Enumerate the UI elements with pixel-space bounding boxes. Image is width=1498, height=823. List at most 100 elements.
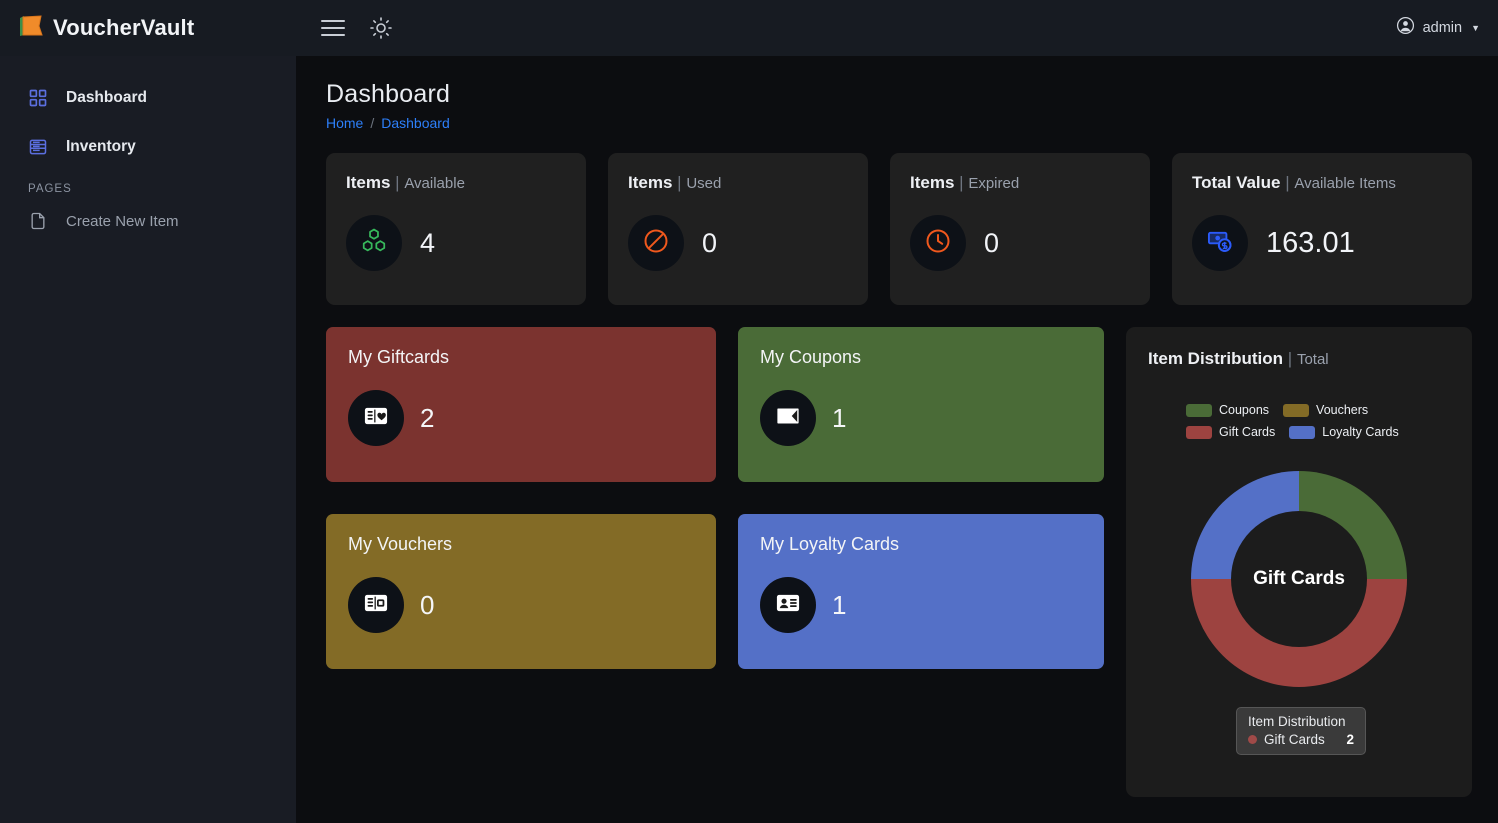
breadcrumb-home[interactable]: Home bbox=[326, 115, 363, 131]
category-card-body: 0 bbox=[348, 577, 694, 633]
sidebar-section-pages: PAGES bbox=[28, 183, 72, 195]
donut-chart-svg[interactable] bbox=[1181, 461, 1417, 697]
sidebar-item-label: Create New Item bbox=[66, 212, 179, 230]
stat-card-title: Items | Expired bbox=[910, 173, 1130, 193]
category-icon-badge bbox=[348, 577, 404, 633]
category-card-title: My Giftcards bbox=[348, 347, 450, 367]
stat-card-items-expired[interactable]: Items | Expired 0 bbox=[890, 153, 1150, 305]
category-card-body: 2 bbox=[348, 390, 694, 446]
main-content: Dashboard Home / Dashboard Items | Avail… bbox=[296, 56, 1498, 823]
donut-chart[interactable]: Gift Cards bbox=[1181, 461, 1417, 697]
category-card-body: 1 bbox=[760, 577, 1082, 633]
category-card-value: 1 bbox=[832, 589, 847, 620]
sidebar-item-label: Dashboard bbox=[66, 89, 147, 106]
legend-label: Loyalty Cards bbox=[1322, 425, 1399, 439]
list-inventory-icon bbox=[28, 137, 48, 157]
legend-swatch-icon bbox=[1283, 403, 1310, 417]
stat-card-items-available[interactable]: Items | Available 4 bbox=[326, 153, 586, 305]
stat-title-sub: Available Items bbox=[1294, 175, 1396, 192]
user-menu[interactable]: admin ▼ bbox=[1396, 16, 1498, 40]
stat-card-title: Items | Available bbox=[346, 173, 566, 193]
loyalty-id-card-icon bbox=[774, 589, 802, 622]
category-card-title: My Coupons bbox=[760, 347, 862, 367]
stat-card-title: Total Value | Available Items bbox=[1192, 173, 1452, 193]
stat-title-sub: Used bbox=[686, 175, 722, 192]
stat-title-main: Items bbox=[628, 173, 673, 192]
category-cards-column-left: My Giftcards 2 My Vouchers 0 bbox=[326, 327, 716, 797]
sidebar-item-inventory[interactable]: Inventory bbox=[0, 127, 296, 167]
stat-card-body: 163.01 bbox=[1192, 215, 1452, 271]
voucher-flag-icon bbox=[18, 15, 44, 41]
stat-title-bar: | bbox=[677, 173, 682, 192]
top-navigation-bar: VoucherVault admin ▼ bbox=[0, 0, 1498, 56]
stat-card-total-value[interactable]: Total Value | Available Items 163.01 bbox=[1172, 153, 1472, 305]
stat-card-body: 4 bbox=[346, 215, 566, 271]
chart-title-bar: | bbox=[1287, 349, 1293, 368]
stat-title-bar: | bbox=[1285, 173, 1290, 192]
category-card-my-coupons[interactable]: My Coupons 1 bbox=[738, 327, 1104, 482]
brand-name: VoucherVault bbox=[53, 15, 195, 40]
legend-item-coupons[interactable]: Coupons bbox=[1186, 403, 1269, 417]
topbar-actions bbox=[320, 15, 394, 41]
file-page-icon bbox=[28, 211, 48, 231]
voucher-card-icon bbox=[362, 589, 390, 622]
stat-card-value: 4 bbox=[420, 227, 436, 258]
stat-card-title: Items | Used bbox=[628, 173, 848, 193]
sidebar-item-label: Inventory bbox=[66, 138, 136, 155]
stat-icon-badge bbox=[346, 215, 402, 271]
category-card-my-loyalty-cards[interactable]: My Loyalty Cards 1 bbox=[738, 514, 1104, 669]
user-menu-label: admin bbox=[1422, 20, 1463, 36]
coupon-icon bbox=[774, 402, 802, 435]
stat-card-body: 0 bbox=[628, 215, 848, 271]
stat-card-value: 0 bbox=[702, 227, 718, 258]
breadcrumb-separator: / bbox=[370, 115, 375, 131]
category-card-value: 2 bbox=[420, 402, 435, 433]
stat-icon-badge bbox=[1192, 215, 1248, 271]
sun-theme-icon[interactable] bbox=[368, 15, 394, 41]
legend-item-vouchers[interactable]: Vouchers bbox=[1283, 403, 1368, 417]
tooltip-series-dot-icon bbox=[1248, 735, 1257, 744]
legend-swatch-icon bbox=[1289, 425, 1316, 439]
stat-title-bar: | bbox=[959, 173, 964, 192]
money-dollar-icon bbox=[1206, 227, 1234, 260]
category-icon-badge bbox=[760, 390, 816, 446]
tooltip-series-value: 2 bbox=[1346, 732, 1354, 747]
stat-icon-badge bbox=[628, 215, 684, 271]
category-card-title: My Vouchers bbox=[348, 534, 453, 554]
category-icon-badge bbox=[760, 577, 816, 633]
item-distribution-panel: Item Distribution | Total Coupons Vouche… bbox=[1126, 327, 1472, 797]
giftcard-heart-icon bbox=[362, 402, 390, 435]
chevron-down-icon: ▼ bbox=[1471, 22, 1480, 33]
sidebar-item-create-new-item[interactable]: Create New Item bbox=[0, 201, 296, 241]
tooltip-title: Item Distribution bbox=[1248, 714, 1346, 729]
breadcrumb-dashboard[interactable]: Dashboard bbox=[381, 115, 450, 131]
breadcrumb: Home / Dashboard bbox=[326, 115, 1472, 131]
donut-hole bbox=[1231, 511, 1367, 647]
category-card-body: 1 bbox=[760, 390, 1082, 446]
legend-label: Vouchers bbox=[1316, 403, 1369, 417]
stat-title-main: Items bbox=[910, 173, 955, 192]
user-circle-icon bbox=[1396, 16, 1415, 40]
chart-title-sub: Total bbox=[1296, 351, 1329, 368]
sidebar: Dashboard Inventory PAGES Create New Ite… bbox=[0, 56, 296, 823]
sidebar-item-dashboard[interactable]: Dashboard bbox=[0, 78, 296, 118]
legend-swatch-icon bbox=[1186, 425, 1212, 439]
stat-icon-badge bbox=[910, 215, 966, 271]
legend-item-loyalty-cards[interactable]: Loyalty Cards bbox=[1289, 425, 1399, 439]
ban-circle-icon bbox=[642, 227, 670, 260]
category-card-my-giftcards[interactable]: My Giftcards 2 bbox=[326, 327, 716, 482]
category-card-my-vouchers[interactable]: My Vouchers 0 bbox=[326, 514, 716, 669]
stat-card-items-used[interactable]: Items | Used 0 bbox=[608, 153, 868, 305]
grid-dashboard-icon bbox=[28, 88, 48, 108]
stat-title-main: Total Value bbox=[1192, 173, 1281, 192]
legend-item-gift-cards[interactable]: Gift Cards bbox=[1186, 425, 1275, 439]
stat-title-bar: | bbox=[395, 173, 400, 192]
stat-card-value: 163.01 bbox=[1266, 226, 1355, 259]
hamburger-menu-icon[interactable] bbox=[320, 15, 346, 41]
legend-label: Gift Cards bbox=[1219, 425, 1276, 439]
brand-logo-area[interactable]: VoucherVault bbox=[0, 0, 296, 56]
cubes-icon bbox=[360, 227, 388, 260]
lower-section: My Giftcards 2 My Vouchers 0 My Coupons … bbox=[326, 327, 1472, 797]
stat-title-main: Items bbox=[346, 173, 391, 192]
